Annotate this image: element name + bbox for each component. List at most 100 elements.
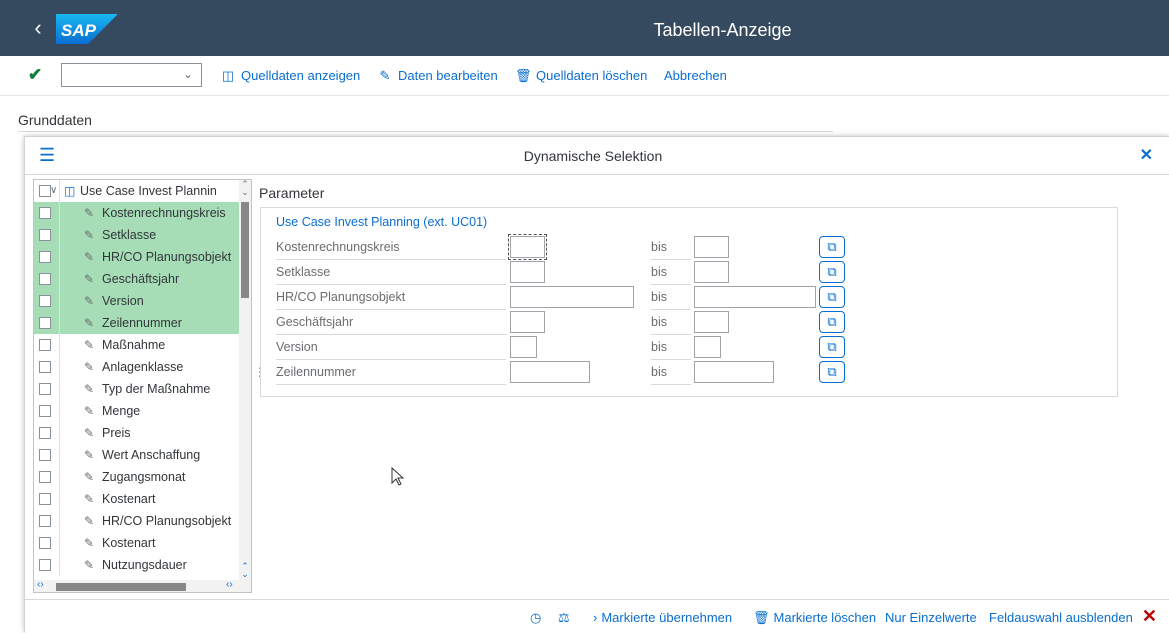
to-input[interactable] (694, 286, 816, 308)
checkbox[interactable] (39, 295, 51, 307)
checkbox[interactable] (39, 251, 51, 263)
display-source-button[interactable]: ◫ Quelldaten anzeigen (220, 66, 360, 86)
checkbox[interactable] (39, 383, 51, 395)
shell-bar: ‹ SAP Tabellen-Anzeige (0, 0, 1169, 56)
variant-select[interactable]: ⌄ (61, 63, 202, 87)
tree-item[interactable]: ✎ Version (34, 290, 240, 312)
multiple-selection-button[interactable]: ⧉ (819, 236, 845, 258)
field-icon: ✎ (84, 338, 95, 352)
checkbox[interactable] (39, 427, 51, 439)
field-icon: ✎ (84, 448, 95, 462)
field-label: Zeilennummer (276, 365, 506, 385)
chevron-right-icon: › (593, 610, 598, 625)
history-icon[interactable]: ◷ (530, 610, 541, 626)
checkbox[interactable] (39, 471, 51, 483)
to-input[interactable] (694, 261, 729, 283)
display-source-icon: ◫ (221, 68, 235, 83)
parameter-row: Version bis ⧉ (276, 336, 1106, 360)
tree-item[interactable]: ✎ HR/CO Planungsobjekt (34, 246, 240, 268)
edit-data-button[interactable]: ✎ Daten bearbeiten (377, 66, 498, 86)
tree-item[interactable]: ✎ Typ der Maßnahme (34, 378, 240, 400)
accept-marked-button[interactable]: › Markierte übernehmen (593, 610, 732, 625)
checkbox[interactable] (39, 339, 51, 351)
from-input[interactable] (510, 336, 537, 358)
tree-item[interactable]: ✎ Kostenart (34, 532, 240, 554)
parameter-row: Zeilennummer bis ⧉ (276, 361, 1106, 385)
checkbox[interactable] (39, 515, 51, 527)
checkbox[interactable] (39, 361, 51, 373)
checkbox[interactable] (39, 559, 51, 571)
scroll-thumb[interactable] (241, 202, 249, 298)
delete-source-button[interactable]: 🗑 Quelldaten löschen (515, 66, 647, 86)
multiple-selection-button[interactable]: ⧉ (819, 286, 845, 308)
bis-label: bis (651, 265, 691, 285)
parameter-row: HR/CO Planungsobjekt bis ⧉ (276, 286, 1106, 310)
multiple-selection-icon: ⧉ (827, 289, 837, 304)
checkbox[interactable] (39, 405, 51, 417)
from-input[interactable] (510, 261, 545, 283)
single-values-button[interactable]: Nur Einzelwerte (885, 610, 977, 625)
tree-item[interactable]: ✎ Kostenart (34, 488, 240, 510)
to-input[interactable] (694, 336, 721, 358)
chevron-down-icon[interactable]: ∨ (50, 180, 57, 202)
tree-item[interactable]: ✎ Anlagenklasse (34, 356, 240, 378)
field-icon: ✎ (84, 360, 95, 374)
to-input[interactable] (694, 311, 729, 333)
checkbox[interactable] (39, 537, 51, 549)
dialog-header: ☰ Dynamische Selektion ✕ (25, 137, 1169, 175)
cancel-button[interactable]: Abbrechen (664, 66, 727, 86)
checkbox[interactable] (39, 449, 51, 461)
checkbox[interactable] (39, 207, 51, 219)
delete-marked-button[interactable]: 🗑 Markierte löschen (753, 610, 876, 626)
from-input[interactable] (510, 311, 545, 333)
divider (18, 131, 833, 132)
scroll-up-icon[interactable]: ⌃ ⌄ (239, 180, 251, 198)
to-input[interactable] (694, 361, 774, 383)
checkbox[interactable] (39, 317, 51, 329)
tree-item[interactable]: ✎ Setklasse (34, 224, 240, 246)
tree-item[interactable]: ✎ Wert Anschaffung (34, 444, 240, 466)
multiple-selection-button[interactable]: ⧉ (819, 311, 845, 333)
from-input[interactable] (510, 286, 634, 308)
field-icon: ✎ (84, 492, 95, 506)
tree-item[interactable]: ✎ Zeilennummer (34, 312, 240, 334)
field-icon: ✎ (84, 470, 95, 484)
scroll-left-right-icon[interactable]: ‹› (37, 579, 44, 590)
tree-item[interactable]: ✎ Geschäftsjahr (34, 268, 240, 290)
from-input[interactable] (510, 361, 590, 383)
checkbox[interactable] (39, 493, 51, 505)
dynamic-selection-dialog: ☰ Dynamische Selektion ✕ ∨ ◫ Use Case In… (24, 136, 1169, 633)
scroll-down-icon[interactable]: ⌃ ⌄ (239, 562, 251, 580)
tree-item[interactable]: ✎ Maßnahme (34, 334, 240, 356)
checkmark-icon[interactable]: ✔ (28, 65, 42, 85)
field-icon: ✎ (84, 426, 95, 440)
tree-item[interactable]: ✎ Menge (34, 400, 240, 422)
tree-item[interactable]: ✎ Nutzungsdauer (34, 554, 240, 576)
tree-item[interactable]: ✎ Kostenrechnungskreis (34, 202, 240, 224)
tree-item[interactable]: ✎ Zugangsmonat (34, 466, 240, 488)
checkbox[interactable] (39, 229, 51, 241)
group-title: Use Case Invest Planning (ext. UC01) (276, 215, 488, 229)
hide-field-selection-button[interactable]: Feldauswahl ausblenden (989, 610, 1133, 625)
field-label: Kostenrechnungskreis (276, 240, 506, 260)
tree-item[interactable]: ✎ Preis (34, 422, 240, 444)
multiple-selection-icon: ⧉ (827, 264, 837, 279)
parameter-row: Geschäftsjahr bis ⧉ (276, 311, 1106, 335)
scroll-thumb[interactable] (56, 583, 186, 591)
app-title: Tabellen-Anzeige (653, 20, 792, 40)
tree-root[interactable]: ∨ ◫ Use Case Invest Plannin (34, 180, 240, 202)
checkbox[interactable] (39, 273, 51, 285)
close-icon[interactable]: ✕ (1140, 145, 1153, 165)
multiple-selection-button[interactable]: ⧉ (819, 361, 845, 383)
multiple-selection-button[interactable]: ⧉ (819, 336, 845, 358)
multiple-selection-button[interactable]: ⧉ (819, 261, 845, 283)
horizontal-scrollbar[interactable]: ‹› ‹› (34, 579, 251, 592)
scroll-left-right-icon[interactable]: ‹› (226, 579, 233, 590)
vertical-scrollbar[interactable]: ⌃ ⌄ ⌃ ⌄ (239, 180, 251, 580)
to-input[interactable] (694, 236, 729, 258)
balance-icon[interactable]: ⚖ (558, 610, 570, 626)
close-icon[interactable]: ✕ (1142, 606, 1157, 627)
delete-icon: 🗑 (515, 68, 532, 83)
tree-item[interactable]: ✎ HR/CO Planungsobjekt (34, 510, 240, 532)
field-label: Geschäftsjahr (276, 315, 506, 335)
